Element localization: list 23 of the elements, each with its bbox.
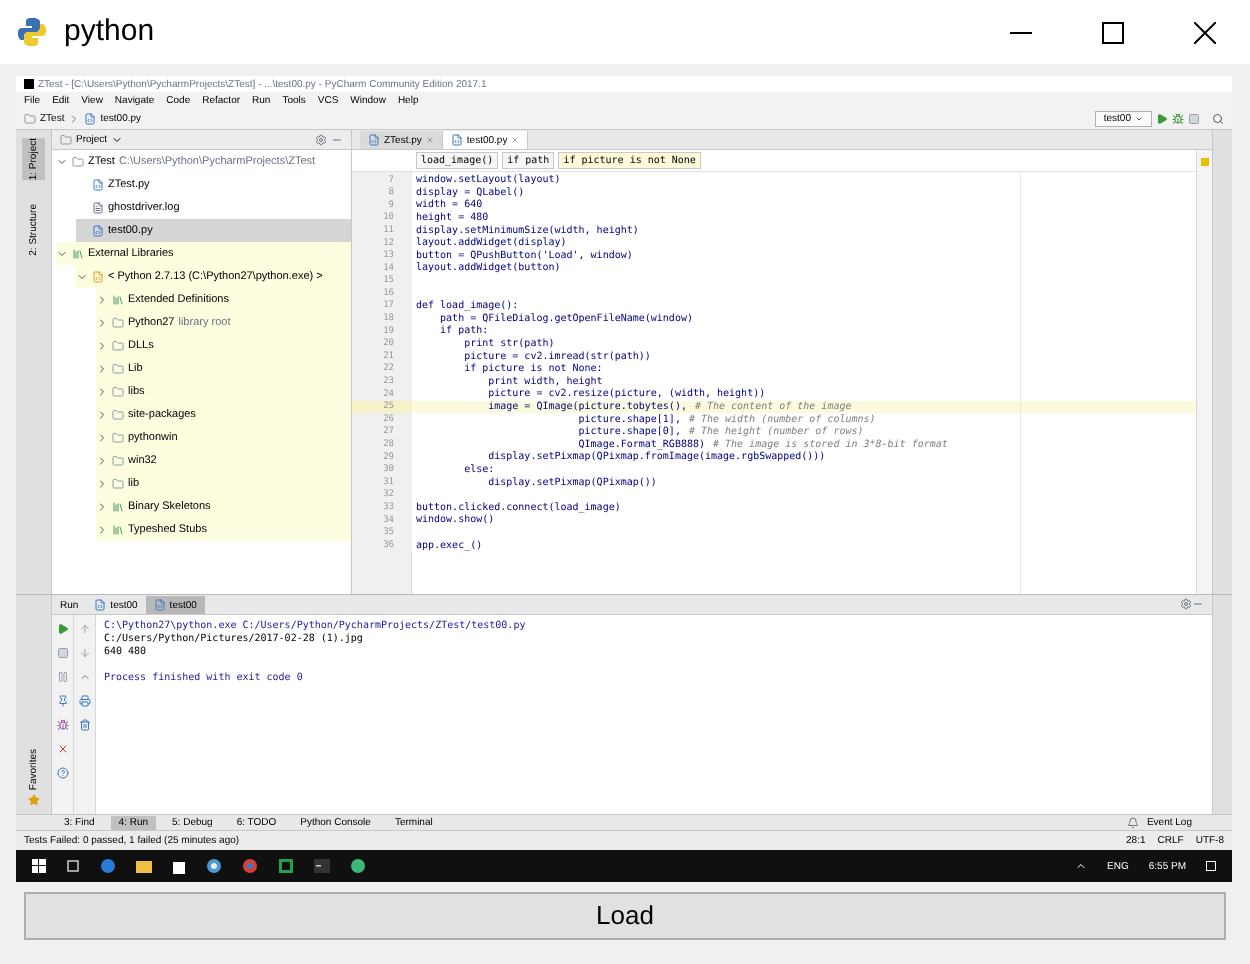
python-logo-icon (16, 16, 48, 48)
load-button[interactable]: Load (24, 892, 1226, 940)
minimize-icon (1009, 31, 1031, 33)
app-icon[interactable] (350, 858, 366, 874)
star-icon (27, 794, 40, 806)
terminal-icon[interactable] (314, 859, 330, 873)
maximize-icon (1101, 21, 1123, 43)
run-icon[interactable] (1156, 112, 1168, 125)
notification-icon[interactable] (1206, 861, 1216, 871)
app-icon (24, 79, 34, 89)
scroll-bar[interactable] (1196, 150, 1212, 594)
stop-icon[interactable] (56, 647, 69, 659)
stop-icon[interactable] (1188, 112, 1200, 125)
close-icon (1193, 21, 1215, 43)
browser-icon[interactable] (100, 858, 116, 874)
run-icon[interactable] (56, 623, 69, 635)
globe-icon[interactable] (206, 858, 222, 874)
app-icon[interactable] (278, 858, 294, 874)
windows-icon[interactable] (32, 859, 46, 873)
task-view-icon[interactable] (66, 859, 80, 873)
folder-icon[interactable] (136, 859, 152, 873)
window-title: python (64, 11, 155, 52)
warning-marker (1200, 158, 1209, 166)
